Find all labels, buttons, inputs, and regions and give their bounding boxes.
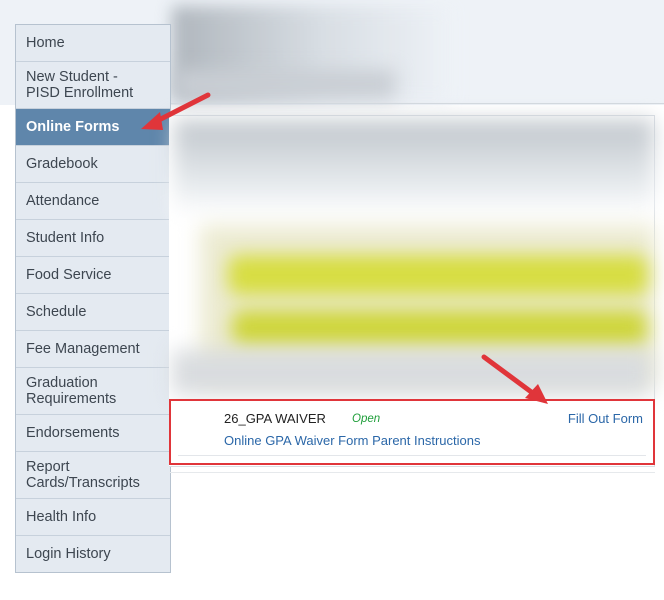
- sidebar-item-label: Fee Management: [26, 341, 140, 357]
- form-status: Open: [352, 413, 381, 425]
- sidebar-item-new-student-enrollment[interactable]: New Student - PISD Enrollment: [16, 62, 170, 109]
- sidebar-item-report-cards-transcripts[interactable]: Report Cards/Transcripts: [16, 452, 170, 499]
- sidebar-item-label: Gradebook: [26, 156, 98, 172]
- sidebar-item-label: Health Info: [26, 509, 97, 525]
- sidebar-item-label: Graduation Requirements: [26, 375, 117, 407]
- sidebar-item-endorsements[interactable]: Endorsements: [16, 415, 170, 452]
- instructions-link[interactable]: Online GPA Waiver Form Parent Instructio…: [224, 433, 480, 448]
- blurred-highlight-2: [232, 310, 647, 346]
- sidebar-item-label: Endorsements: [26, 425, 120, 441]
- sidebar-item-label: Report Cards/Transcripts: [26, 459, 140, 491]
- sidebar-item-label: Online Forms: [26, 119, 120, 135]
- blurred-highlight-1: [228, 255, 648, 295]
- content-divider: [169, 472, 655, 473]
- sidebar-item-schedule[interactable]: Schedule: [16, 294, 170, 331]
- sidebar-item-home[interactable]: Home: [16, 25, 170, 62]
- sidebar-item-label: New Student - PISD Enrollment: [26, 69, 134, 101]
- form-row-highlight: 26_GPA WAIVER Open Fill Out Form Online …: [169, 399, 655, 465]
- fill-out-form-link[interactable]: Fill Out Form: [568, 411, 643, 426]
- blurred-content-top: [174, 120, 654, 215]
- form-name: 26_GPA WAIVER: [224, 411, 326, 426]
- sidebar-item-label: Student Info: [26, 230, 105, 246]
- header-divider: [165, 103, 664, 104]
- sidebar-item-food-service[interactable]: Food Service: [16, 257, 170, 294]
- sidebar-item-label: Login History: [26, 546, 111, 562]
- sidebar-item-fee-management[interactable]: Fee Management: [16, 331, 170, 368]
- blurred-content-bottom: [172, 350, 652, 395]
- sidebar-item-label: Attendance: [26, 193, 100, 209]
- sidebar-item-student-info[interactable]: Student Info: [16, 220, 170, 257]
- sidebar-item-login-history[interactable]: Login History: [16, 536, 170, 572]
- sidebar-item-online-forms[interactable]: Online Forms: [16, 109, 170, 146]
- form-row: 26_GPA WAIVER Open Fill Out Form Online …: [178, 407, 646, 456]
- blurred-header-content-2: [175, 70, 395, 98]
- sidebar-item-graduation-requirements[interactable]: Graduation Requirements: [16, 368, 170, 415]
- sidebar-item-label: Home: [26, 35, 65, 51]
- sidebar-item-health-info[interactable]: Health Info: [16, 499, 170, 536]
- sidebar-item-label: Food Service: [26, 267, 112, 283]
- sidebar-nav: Home New Student - PISD Enrollment Onlin…: [15, 24, 171, 573]
- sidebar-item-attendance[interactable]: Attendance: [16, 183, 170, 220]
- sidebar-item-label: Schedule: [26, 304, 87, 320]
- sidebar-item-gradebook[interactable]: Gradebook: [16, 146, 170, 183]
